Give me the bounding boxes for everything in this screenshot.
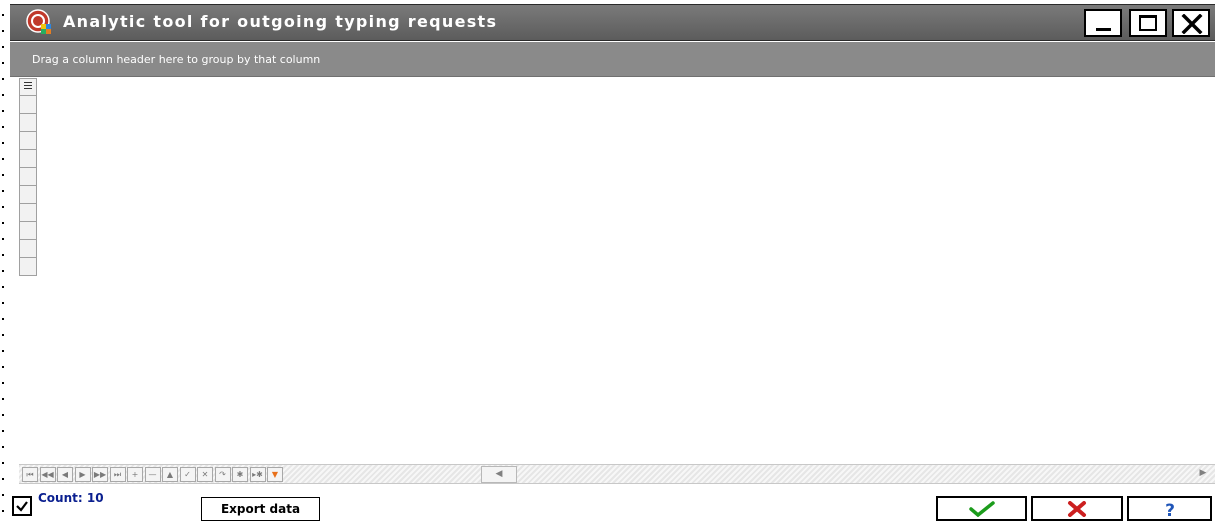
footer-bar: Count: 10 Export data ? [10, 486, 1215, 525]
filter-button[interactable]: ▼ [267, 467, 283, 482]
edit-button[interactable]: ▲ [162, 467, 178, 482]
prev-page-icon: ◀◀ [41, 470, 54, 479]
prev-page-button[interactable]: ◀◀ [39, 467, 56, 482]
row-header[interactable] [19, 168, 37, 186]
last-icon: ⏭ [113, 470, 122, 479]
insert-icon: + [131, 470, 139, 479]
insert-button[interactable]: + [127, 467, 143, 482]
row-header[interactable] [19, 204, 37, 222]
next-icon: ▶ [79, 470, 86, 479]
cancel-edit-icon: ✕ [201, 470, 209, 479]
row-header[interactable] [19, 240, 37, 258]
cancel-button[interactable] [1031, 496, 1123, 521]
maximize-button[interactable] [1129, 9, 1167, 37]
check-icon [16, 501, 28, 512]
scroll-right-button[interactable]: ▶ [1193, 466, 1213, 483]
ok-button[interactable] [936, 496, 1027, 521]
red-x-icon [1068, 500, 1086, 517]
cancel-edit-button[interactable]: ✕ [197, 467, 213, 482]
minimize-icon [1096, 28, 1111, 31]
delete-button[interactable]: — [144, 467, 161, 482]
grid-navigator: ◀ ▶ ⏮ ◀◀ ◀ ▶ ▶▶ ⏭ + — ▲ ✓ ✕ ↷ ✱ ▸✱ ▼ [19, 464, 1215, 484]
maximize-icon [1139, 15, 1157, 31]
row-header[interactable] [19, 114, 37, 132]
export-data-button[interactable]: Export data [201, 497, 320, 521]
window-title: Analytic tool for outgoing typing reques… [63, 12, 498, 31]
row-header[interactable] [19, 258, 37, 276]
prev-button[interactable]: ◀ [57, 467, 73, 482]
checkmark-icon [968, 500, 995, 517]
app-logo-icon [26, 9, 52, 35]
refresh-icon: ↷ [219, 470, 226, 479]
group-by-panel[interactable]: Drag a column header here to group by th… [10, 42, 1215, 77]
next-page-button[interactable]: ▶▶ [92, 467, 108, 482]
bookmark-icon: ✱ [236, 470, 244, 479]
data-grid[interactable] [19, 78, 1215, 462]
goto-bookmark-icon: ▸✱ [252, 470, 263, 479]
post-button[interactable]: ✓ [179, 467, 196, 482]
group-by-hint: Drag a column header here to group by th… [32, 53, 321, 66]
title-bar[interactable]: Analytic tool for outgoing typing reques… [10, 4, 1215, 41]
row-header[interactable] [19, 222, 37, 240]
row-header[interactable] [19, 132, 37, 150]
last-button[interactable]: ⏭ [109, 467, 126, 482]
close-button[interactable] [1172, 9, 1210, 37]
first-button[interactable]: ⏮ [22, 467, 38, 482]
next-button[interactable]: ▶ [74, 467, 91, 482]
row-header[interactable] [19, 96, 37, 114]
grid-options-button[interactable] [19, 78, 37, 96]
close-icon [1181, 14, 1203, 34]
bookmark-button[interactable]: ✱ [232, 467, 248, 482]
refresh-button[interactable]: ↷ [214, 467, 231, 482]
app-window: Analytic tool for outgoing typing reques… [0, 0, 1217, 525]
post-icon: ✓ [184, 470, 191, 479]
record-count: Count: 10 [38, 491, 104, 505]
row-indicator-column [19, 78, 37, 276]
row-header[interactable] [19, 186, 37, 204]
row-header[interactable] [19, 150, 37, 168]
next-page-icon: ▶▶ [93, 470, 107, 479]
list-lines-icon [24, 82, 32, 91]
help-button[interactable]: ? [1127, 496, 1212, 521]
svg-text:?: ? [1165, 501, 1175, 518]
scroll-left-button[interactable]: ◀ [481, 466, 517, 483]
first-icon: ⏮ [26, 470, 34, 479]
prev-icon: ◀ [61, 470, 69, 479]
goto-bookmark-button[interactable]: ▸✱ [249, 467, 266, 482]
filter-icon: ▼ [271, 470, 279, 479]
select-all-checkbox[interactable] [12, 496, 32, 516]
edit-icon: ▲ [166, 470, 174, 479]
question-mark-icon: ? [1165, 501, 1175, 518]
left-edge-ruler [0, 0, 8, 525]
delete-icon: — [148, 470, 157, 479]
minimize-button[interactable] [1084, 9, 1122, 37]
